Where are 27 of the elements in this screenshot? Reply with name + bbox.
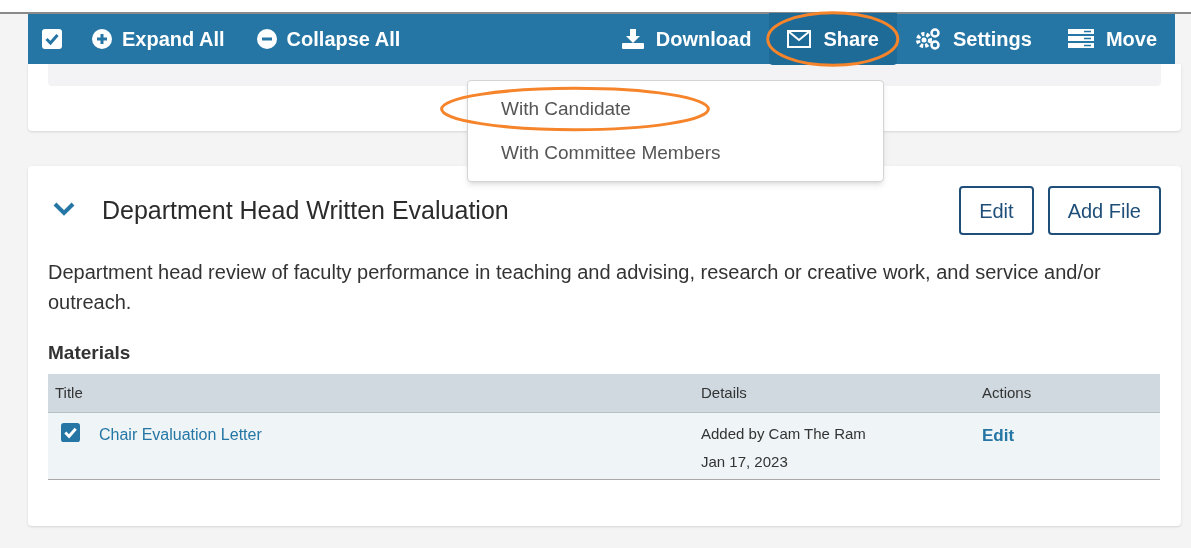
column-header: Actions: [982, 383, 1032, 401]
action-button[interactable]: Add File: [1047, 186, 1161, 235]
expand-button[interactable]: Expand All: [92, 24, 225, 54]
materials-heading: Materials: [48, 341, 132, 365]
date-text: Jan 17, 2023: [701, 452, 789, 472]
download-button[interactable]: Download: [603, 14, 770, 64]
menu-item[interactable]: With Candidate: [468, 87, 883, 131]
section-title: Department Head Written Evaluation: [102, 195, 510, 226]
settings-button[interactable]: Settings: [896, 14, 1050, 64]
collapse-button[interactable]: Collapse All: [256, 24, 401, 54]
checkbox[interactable]: [42, 29, 62, 49]
minus-circle-icon: [256, 29, 277, 49]
section-description: Department head review of faculty performance in teaching and advising, research or creative work, and service and/or outreach.: [48, 260, 1102, 315]
column-header: Title: [55, 383, 83, 401]
server-icon: [1067, 29, 1094, 49]
edit-link[interactable]: Edit: [982, 425, 1015, 445]
envelope-icon: [787, 30, 812, 48]
plus-circle-icon: [92, 29, 112, 49]
menu-item[interactable]: With Committee Members: [468, 131, 883, 175]
action-button[interactable]: Edit: [959, 186, 1034, 235]
added-by-text: Added by Cam The Ram: [701, 423, 867, 444]
file-link[interactable]: Chair Evaluation Letter: [99, 422, 262, 447]
checkbox[interactable]: [61, 422, 80, 442]
move-button[interactable]: Move: [1049, 14, 1175, 64]
download-icon: [621, 29, 644, 49]
gears-icon: [914, 28, 941, 50]
column-header: Details: [701, 383, 747, 401]
